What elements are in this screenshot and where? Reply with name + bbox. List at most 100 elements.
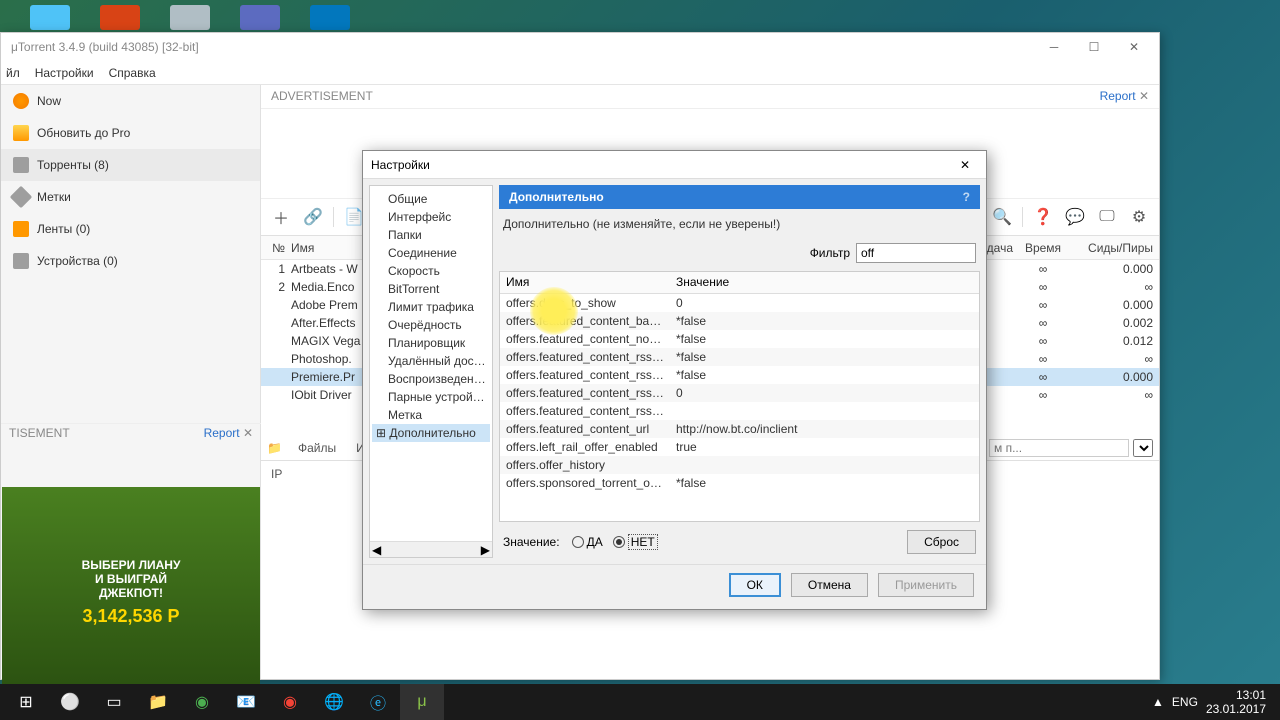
grid-row[interactable]: offers.featured_content_badge...*false <box>500 312 979 330</box>
tree-item[interactable]: BitTorrent <box>372 280 490 298</box>
radio-no[interactable]: НЕТ <box>613 534 658 550</box>
remote-button[interactable]: 🖵 <box>1095 205 1119 229</box>
left-ad-banner[interactable]: ВЫБЕРИ ЛИАНУ И ВЫИГРАЙ ДЖЕКПОТ! 3,142,53… <box>2 487 260 697</box>
sidebar-item-pro[interactable]: Обновить до Pro <box>1 117 260 149</box>
ie-icon[interactable]: ⓔ <box>356 684 400 720</box>
utorrent-taskbar[interactable]: μ <box>400 684 444 720</box>
tree-item[interactable]: Удалённый доступ <box>372 352 490 370</box>
settings-button[interactable]: ⚙ <box>1127 205 1151 229</box>
filter-label: Фильтр <box>810 246 850 260</box>
dialog-close-button[interactable]: ✕ <box>952 154 978 176</box>
menu-bar: йл Настройки Справка <box>1 61 1159 85</box>
grid-row[interactable]: offers.days_to_show0 <box>500 294 979 312</box>
desktop-icon[interactable] <box>170 5 210 30</box>
close-button[interactable]: ✕ <box>1114 35 1154 59</box>
tab-files[interactable]: Файлы <box>290 438 344 458</box>
menu-help[interactable]: Справка <box>109 66 156 80</box>
tree-scrollbar[interactable]: ◀▶ <box>370 541 492 557</box>
grid-row[interactable]: offers.featured_content_urlhttp://now.bt… <box>500 420 979 438</box>
tree-item[interactable]: Папки <box>372 226 490 244</box>
main-titlebar: μTorrent 3.4.9 (build 43085) [32-bit] ─ … <box>1 33 1159 61</box>
reset-button[interactable]: Сброс <box>907 530 976 554</box>
grid-row[interactable]: offers.offer_history <box>500 456 979 474</box>
left-ad-report[interactable]: Report <box>204 426 240 440</box>
cancel-button[interactable]: Отмена <box>791 573 868 597</box>
desktop-icon[interactable] <box>310 5 350 30</box>
advanced-grid[interactable]: Имя Значение offers.days_to_show0offers.… <box>499 271 980 522</box>
sidebar-item-feeds[interactable]: Ленты (0) <box>1 213 260 245</box>
left-ad-label: TISEMENT <box>9 426 70 439</box>
filter-input[interactable] <box>856 243 976 263</box>
settings-tree[interactable]: ОбщиеИнтерфейсПапкиСоединениеСкоростьBit… <box>369 185 493 558</box>
tree-item[interactable]: Планировщик <box>372 334 490 352</box>
tree-item[interactable]: Интерфейс <box>372 208 490 226</box>
grid-row[interactable]: offers.featured_content_rss_url <box>500 402 979 420</box>
app-icon[interactable]: 📧 <box>224 684 268 720</box>
warning-text: Дополнительно (не изменяйте, если не уве… <box>499 209 980 239</box>
dialog-titlebar: Настройки ✕ <box>363 151 986 179</box>
sidebar-item-labels[interactable]: Метки <box>1 181 260 213</box>
desktop-icon[interactable] <box>240 5 280 30</box>
value-label: Значение: <box>503 535 560 549</box>
sidebar-item-now[interactable]: Now <box>1 85 260 117</box>
sidebar-item-torrents[interactable]: Торренты (8) <box>1 149 260 181</box>
chrome-icon[interactable]: 🌐 <box>312 684 356 720</box>
taskbar: ⊞ ⚪ ▭ 📁 ◉ 📧 ◉ 🌐 ⓔ μ ▲ ENG 13:01 23.01.20… <box>0 684 1280 720</box>
now-icon <box>13 93 29 109</box>
minimize-button[interactable]: ─ <box>1034 35 1074 59</box>
ok-button[interactable]: ОК <box>729 573 781 597</box>
tree-item[interactable]: Общие <box>372 190 490 208</box>
sidebar-item-devices[interactable]: Устройства (0) <box>1 245 260 277</box>
clock[interactable]: 13:01 23.01.2017 <box>1206 688 1266 717</box>
window-title: μTorrent 3.4.9 (build 43085) [32-bit] <box>6 40 1034 54</box>
ad-close[interactable]: ✕ <box>1139 89 1149 103</box>
tree-item[interactable]: Лимит трафика <box>372 298 490 316</box>
torrent-icon <box>13 157 29 173</box>
file-explorer[interactable]: 📁 <box>136 684 180 720</box>
rss-icon <box>13 221 29 237</box>
dialog-title: Настройки <box>371 158 952 172</box>
app-icon[interactable]: ◉ <box>180 684 224 720</box>
tree-item[interactable]: ⊞ Дополнительно <box>372 424 490 442</box>
lang-indicator[interactable]: ENG <box>1172 695 1198 709</box>
tree-item[interactable]: Парные устройства <box>372 388 490 406</box>
grid-row[interactable]: offers.left_rail_offer_enabledtrue <box>500 438 979 456</box>
section-header: Дополнительно ? <box>499 185 980 209</box>
tree-item[interactable]: Воспроизведение <box>372 370 490 388</box>
bottom-filter[interactable] <box>989 439 1129 457</box>
help-button[interactable]: ❓ <box>1031 205 1055 229</box>
task-view[interactable]: ▭ <box>92 684 136 720</box>
tree-item[interactable]: Соединение <box>372 244 490 262</box>
add-torrent-button[interactable]: ＋ <box>269 205 293 229</box>
maximize-button[interactable]: ☐ <box>1074 35 1114 59</box>
tree-item[interactable]: Очерёдность <box>372 316 490 334</box>
bottom-dropdown[interactable] <box>1133 439 1153 457</box>
desktop-icon[interactable] <box>30 5 70 30</box>
add-url-button[interactable]: 🔗 <box>301 205 325 229</box>
search-button[interactable]: 🔍 <box>990 205 1014 229</box>
grid-row[interactable]: offers.featured_content_rss_ra...*false <box>500 366 979 384</box>
start-button[interactable]: ⊞ <box>4 684 48 720</box>
menu-file[interactable]: йл <box>6 66 20 80</box>
system-tray[interactable]: ▲ ENG 13:01 23.01.2017 <box>1152 688 1276 717</box>
settings-dialog: Настройки ✕ ОбщиеИнтерфейсПапкиСоединени… <box>362 150 987 610</box>
ad-label: ADVERTISEMENT <box>271 89 373 104</box>
app-icon[interactable]: ◉ <box>268 684 312 720</box>
pro-icon <box>13 125 29 141</box>
grid-row[interactable]: offers.featured_content_rss_en...*false <box>500 348 979 366</box>
menu-settings[interactable]: Настройки <box>35 66 94 80</box>
grid-row[interactable]: offers.sponsored_torrent_offer...*false <box>500 474 979 492</box>
ad-report-link[interactable]: Report <box>1100 89 1136 103</box>
tag-icon <box>10 186 33 209</box>
chat-button[interactable]: 💬 <box>1063 205 1087 229</box>
desktop-icon[interactable] <box>100 5 140 30</box>
device-icon <box>13 253 29 269</box>
tree-item[interactable]: Скорость <box>372 262 490 280</box>
help-icon[interactable]: ? <box>963 190 970 204</box>
apply-button: Применить <box>878 573 974 597</box>
search-taskbar[interactable]: ⚪ <box>48 684 92 720</box>
radio-yes[interactable]: ДА <box>572 535 603 549</box>
grid-row[interactable]: offers.featured_content_notific...*false <box>500 330 979 348</box>
tree-item[interactable]: Метка <box>372 406 490 424</box>
grid-row[interactable]: offers.featured_content_rss_up...0 <box>500 384 979 402</box>
